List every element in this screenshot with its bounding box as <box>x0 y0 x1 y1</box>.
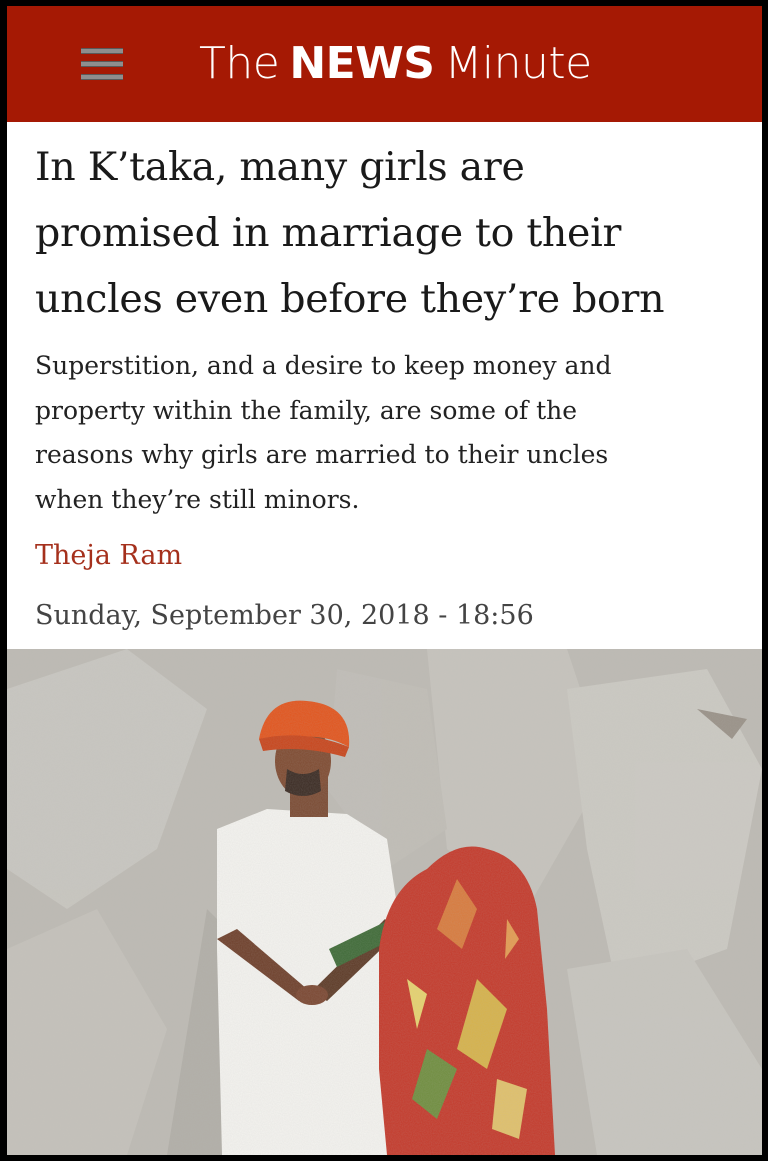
article-page: The NEWS Minute In K’taka, many girls ar… <box>7 6 762 1155</box>
headline-line: In K’taka, many girls are <box>35 144 525 190</box>
site-logo[interactable]: The NEWS Minute <box>195 36 596 90</box>
hero-illustration <box>7 649 762 1155</box>
publish-date: Sunday, September 30, 2018 - 18:56 <box>35 600 534 631</box>
subhead-line: when they’re still minors. <box>35 484 360 514</box>
subhead-line: property within the family, are some of … <box>35 395 578 425</box>
article-headline: In K’taka, many girls are promised in ma… <box>35 134 745 332</box>
site-header: The NEWS Minute <box>7 6 762 122</box>
menu-bar <box>81 61 123 67</box>
hamburger-menu-icon[interactable] <box>81 46 123 82</box>
logo-word-the: The <box>199 37 280 89</box>
headline-line: promised in marriage to their <box>35 210 622 256</box>
screenshot-frame: The NEWS Minute In K’taka, many girls ar… <box>0 0 768 1161</box>
logo-word-minute: Minute <box>444 37 592 89</box>
menu-bar <box>81 74 123 80</box>
headline-line: uncles even before they’re born <box>35 276 665 322</box>
logo-word-news: NEWS <box>289 37 435 89</box>
paper-texture <box>7 649 762 1155</box>
author-link[interactable]: Theja Ram <box>35 540 182 571</box>
subhead-line: Superstition, and a desire to keep money… <box>35 351 612 380</box>
menu-bar <box>81 48 123 54</box>
subhead-line: reasons why girls are married to their u… <box>35 440 609 469</box>
article-subhead: Superstition, and a desire to keep money… <box>35 344 740 522</box>
